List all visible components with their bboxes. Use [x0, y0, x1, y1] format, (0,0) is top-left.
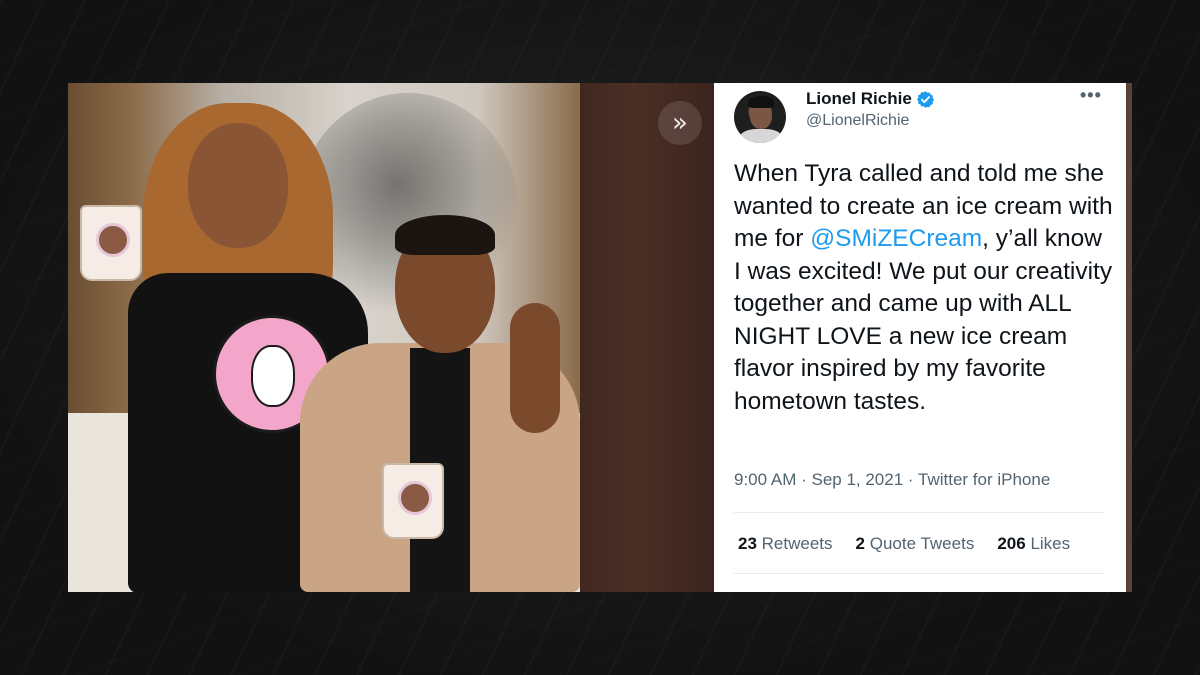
- tweet-time[interactable]: 9:00 AM: [734, 470, 796, 489]
- ice-cream-cup-right: [382, 463, 444, 539]
- author-name-row[interactable]: Lionel Richie: [806, 89, 935, 109]
- ice-cream-cup-left: [80, 205, 142, 281]
- media-viewer-backdrop: [580, 83, 714, 592]
- divider: [734, 512, 1104, 513]
- man-figure: [300, 215, 580, 592]
- display-name[interactable]: Lionel Richie: [806, 89, 912, 109]
- retweets-stat[interactable]: 23 Retweets: [738, 534, 833, 554]
- mention-link[interactable]: @SMiZECream: [810, 225, 982, 252]
- tweet-text: When Tyra called and told me she wanted …: [734, 160, 1113, 415]
- verified-badge-icon: [916, 90, 935, 109]
- tweet-card: Lionel Richie @LionelRichie ••• When Tyr…: [714, 83, 1126, 592]
- user-handle[interactable]: @LionelRichie: [806, 112, 909, 130]
- quote-tweets-stat[interactable]: 2 Quote Tweets: [856, 534, 975, 554]
- tweet-meta: 9:00 AM · Sep 1, 2021 · Twitter for iPho…: [734, 470, 1051, 489]
- tweet-date[interactable]: Sep 1, 2021: [811, 470, 903, 489]
- engagement-stats: 23 Retweets 2 Quote Tweets 206 Likes: [738, 534, 1093, 554]
- more-horizontal-icon[interactable]: •••: [1080, 85, 1102, 106]
- likes-stat[interactable]: 206 Likes: [997, 534, 1070, 554]
- backdrop-edge: [1126, 83, 1132, 592]
- chevron-double-right-icon[interactable]: »: [658, 101, 702, 145]
- tweet-photo[interactable]: [68, 83, 580, 592]
- divider: [734, 573, 1104, 574]
- tweet-source[interactable]: Twitter for iPhone: [918, 470, 1050, 489]
- tweet-screenshot: » Lionel Richie @LionelRichie ••• When T…: [68, 83, 1132, 592]
- avatar[interactable]: [734, 91, 786, 143]
